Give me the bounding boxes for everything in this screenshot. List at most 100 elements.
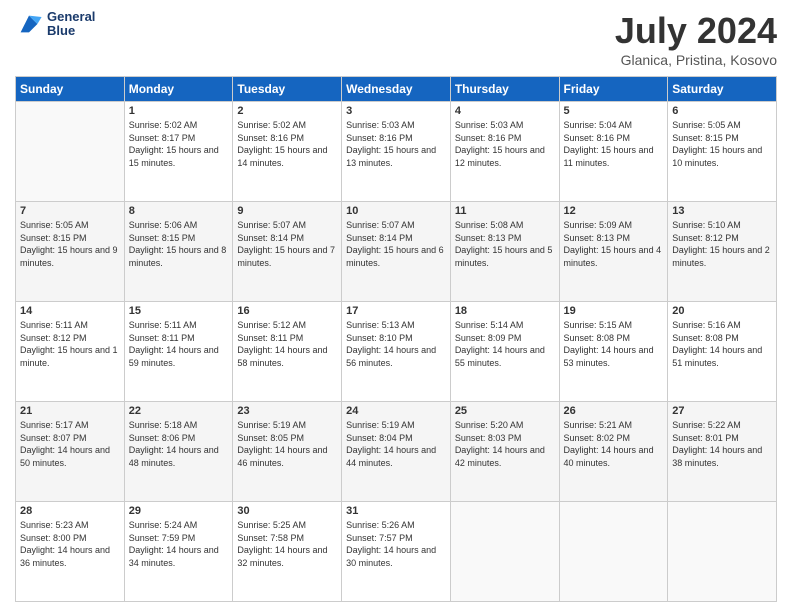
- day-info: Sunrise: 5:25 AMSunset: 7:58 PMDaylight:…: [237, 519, 337, 569]
- calendar-cell: 16Sunrise: 5:12 AMSunset: 8:11 PMDayligh…: [233, 302, 342, 402]
- calendar-cell: 10 Sunrise: 5:07 AMSunset: 8:14 PMDayligh…: [342, 202, 451, 302]
- header-day-saturday: Saturday: [668, 77, 777, 102]
- day-number: 31: [346, 505, 446, 517]
- day-number: 6: [672, 105, 772, 117]
- day-number: 30: [237, 505, 337, 517]
- calendar-cell: 18 Sunrise: 5:14 AMSunset: 8:09 PMDayligh…: [450, 302, 559, 402]
- header-day-friday: Friday: [559, 77, 668, 102]
- day-number: 11: [455, 205, 555, 217]
- day-number: 24: [346, 405, 446, 417]
- day-number: 27: [672, 405, 772, 417]
- calendar-cell: [559, 502, 668, 602]
- calendar-cell: 6 Sunrise: 5:05 AMSunset: 8:15 PMDaylight…: [668, 102, 777, 202]
- day-info: Sunrise: 5:05 AMSunset: 8:15 PMDaylight:…: [20, 219, 120, 269]
- logo-line1: General: [47, 10, 95, 24]
- day-info: Sunrise: 5:05 AMSunset: 8:15 PMDaylight:…: [672, 119, 772, 169]
- calendar-table: SundayMondayTuesdayWednesdayThursdayFrid…: [15, 76, 777, 602]
- week-row-4: 28 Sunrise: 5:23 AMSunset: 8:00 PMDayligh…: [16, 502, 777, 602]
- calendar-cell: [668, 502, 777, 602]
- calendar-cell: 4Sunrise: 5:03 AMSunset: 8:16 PMDaylight…: [450, 102, 559, 202]
- day-info: Sunrise: 5:17 AMSunset: 8:07 PMDaylight:…: [20, 419, 120, 469]
- header-day-tuesday: Tuesday: [233, 77, 342, 102]
- calendar-cell: 9 Sunrise: 5:07 AMSunset: 8:14 PMDaylight…: [233, 202, 342, 302]
- day-info: Sunrise: 5:07 AMSunset: 8:14 PMDaylight:…: [237, 219, 337, 269]
- day-number: 26: [564, 405, 664, 417]
- logo-text: General Blue: [47, 10, 95, 39]
- calendar-cell: [16, 102, 125, 202]
- day-info: Sunrise: 5:14 AMSunset: 8:09 PMDaylight:…: [455, 319, 555, 369]
- day-info: Sunrise: 5:09 AMSunset: 8:13 PMDaylight:…: [564, 219, 664, 269]
- calendar-cell: 13 Sunrise: 5:10 AMSunset: 8:12 PMDayligh…: [668, 202, 777, 302]
- week-row-3: 21 Sunrise: 5:17 AMSunset: 8:07 PMDayligh…: [16, 402, 777, 502]
- header-day-sunday: Sunday: [16, 77, 125, 102]
- day-number: 18: [455, 305, 555, 317]
- calendar-cell: 12 Sunrise: 5:09 AMSunset: 8:13 PMDayligh…: [559, 202, 668, 302]
- day-info: Sunrise: 5:22 AMSunset: 8:01 PMDaylight:…: [672, 419, 772, 469]
- day-info: Sunrise: 5:08 AMSunset: 8:13 PMDaylight:…: [455, 219, 555, 269]
- week-row-2: 14 Sunrise: 5:11 AMSunset: 8:12 PMDayligh…: [16, 302, 777, 402]
- day-number: 29: [129, 505, 229, 517]
- day-number: 9: [237, 205, 337, 217]
- calendar-cell: [450, 502, 559, 602]
- day-number: 16: [237, 305, 337, 317]
- day-info: Sunrise: 5:24 AMSunset: 7:59 PMDaylight:…: [129, 519, 229, 569]
- logo: General Blue: [15, 10, 95, 39]
- day-info: Sunrise: 5:10 AMSunset: 8:12 PMDaylight:…: [672, 219, 772, 269]
- day-info: Sunrise: 5:07 AMSunset: 8:14 PMDaylight:…: [346, 219, 446, 269]
- calendar-cell: 19 Sunrise: 5:15 AMSunset: 8:08 PMDayligh…: [559, 302, 668, 402]
- day-number: 28: [20, 505, 120, 517]
- day-info: Sunrise: 5:11 AMSunset: 8:12 PMDaylight:…: [20, 319, 120, 369]
- day-info: Sunrise: 5:15 AMSunset: 8:08 PMDaylight:…: [564, 319, 664, 369]
- calendar-header: SundayMondayTuesdayWednesdayThursdayFrid…: [16, 77, 777, 102]
- day-number: 14: [20, 305, 120, 317]
- day-number: 21: [20, 405, 120, 417]
- header-row: SundayMondayTuesdayWednesdayThursdayFrid…: [16, 77, 777, 102]
- calendar-cell: 17 Sunrise: 5:13 AMSunset: 8:10 PMDayligh…: [342, 302, 451, 402]
- calendar-cell: 2Sunrise: 5:02 AMSunset: 8:16 PMDaylight…: [233, 102, 342, 202]
- calendar-cell: 25 Sunrise: 5:20 AMSunset: 8:03 PMDayligh…: [450, 402, 559, 502]
- day-info: Sunrise: 5:02 AMSunset: 8:16 PMDaylight:…: [237, 119, 337, 169]
- calendar-cell: 20Sunrise: 5:16 AMSunset: 8:08 PMDayligh…: [668, 302, 777, 402]
- calendar-cell: 30 Sunrise: 5:25 AMSunset: 7:58 PMDayligh…: [233, 502, 342, 602]
- calendar-cell: 24 Sunrise: 5:19 AMSunset: 8:04 PMDayligh…: [342, 402, 451, 502]
- day-info: Sunrise: 5:20 AMSunset: 8:03 PMDaylight:…: [455, 419, 555, 469]
- day-info: Sunrise: 5:21 AMSunset: 8:02 PMDaylight:…: [564, 419, 664, 469]
- day-info: Sunrise: 5:06 AMSunset: 8:15 PMDaylight:…: [129, 219, 229, 269]
- day-number: 25: [455, 405, 555, 417]
- day-info: Sunrise: 5:18 AMSunset: 8:06 PMDaylight:…: [129, 419, 229, 469]
- day-number: 7: [20, 205, 120, 217]
- logo-icon: [15, 10, 43, 38]
- calendar-cell: 8Sunrise: 5:06 AMSunset: 8:15 PMDaylight…: [124, 202, 233, 302]
- day-info: Sunrise: 5:11 AMSunset: 8:11 PMDaylight:…: [129, 319, 229, 369]
- day-info: Sunrise: 5:23 AMSunset: 8:00 PMDaylight:…: [20, 519, 120, 569]
- day-info: Sunrise: 5:19 AMSunset: 8:05 PMDaylight:…: [237, 419, 337, 469]
- day-info: Sunrise: 5:04 AMSunset: 8:16 PMDaylight:…: [564, 119, 664, 169]
- title-block: July 2024 Glanica, Pristina, Kosovo: [615, 10, 777, 68]
- day-number: 13: [672, 205, 772, 217]
- day-number: 1: [129, 105, 229, 117]
- day-number: 19: [564, 305, 664, 317]
- page-header: General Blue July 2024 Glanica, Pristina…: [15, 10, 777, 68]
- calendar-cell: 11 Sunrise: 5:08 AMSunset: 8:13 PMDayligh…: [450, 202, 559, 302]
- calendar-cell: 15 Sunrise: 5:11 AMSunset: 8:11 PMDayligh…: [124, 302, 233, 402]
- page-container: General Blue July 2024 Glanica, Pristina…: [0, 0, 792, 612]
- day-number: 10: [346, 205, 446, 217]
- logo-line2: Blue: [47, 24, 95, 38]
- day-number: 15: [129, 305, 229, 317]
- calendar-cell: 5Sunrise: 5:04 AMSunset: 8:16 PMDaylight…: [559, 102, 668, 202]
- day-number: 3: [346, 105, 446, 117]
- calendar-cell: 28 Sunrise: 5:23 AMSunset: 8:00 PMDayligh…: [16, 502, 125, 602]
- day-number: 12: [564, 205, 664, 217]
- calendar-cell: 26 Sunrise: 5:21 AMSunset: 8:02 PMDayligh…: [559, 402, 668, 502]
- day-info: Sunrise: 5:26 AMSunset: 7:57 PMDaylight:…: [346, 519, 446, 569]
- day-info: Sunrise: 5:13 AMSunset: 8:10 PMDaylight:…: [346, 319, 446, 369]
- day-info: Sunrise: 5:19 AMSunset: 8:04 PMDaylight:…: [346, 419, 446, 469]
- calendar-cell: 27 Sunrise: 5:22 AMSunset: 8:01 PMDayligh…: [668, 402, 777, 502]
- day-number: 4: [455, 105, 555, 117]
- calendar-cell: 7 Sunrise: 5:05 AMSunset: 8:15 PMDaylight…: [16, 202, 125, 302]
- day-number: 17: [346, 305, 446, 317]
- header-day-thursday: Thursday: [450, 77, 559, 102]
- month-title: July 2024: [615, 10, 777, 52]
- subtitle: Glanica, Pristina, Kosovo: [615, 52, 777, 68]
- day-number: 23: [237, 405, 337, 417]
